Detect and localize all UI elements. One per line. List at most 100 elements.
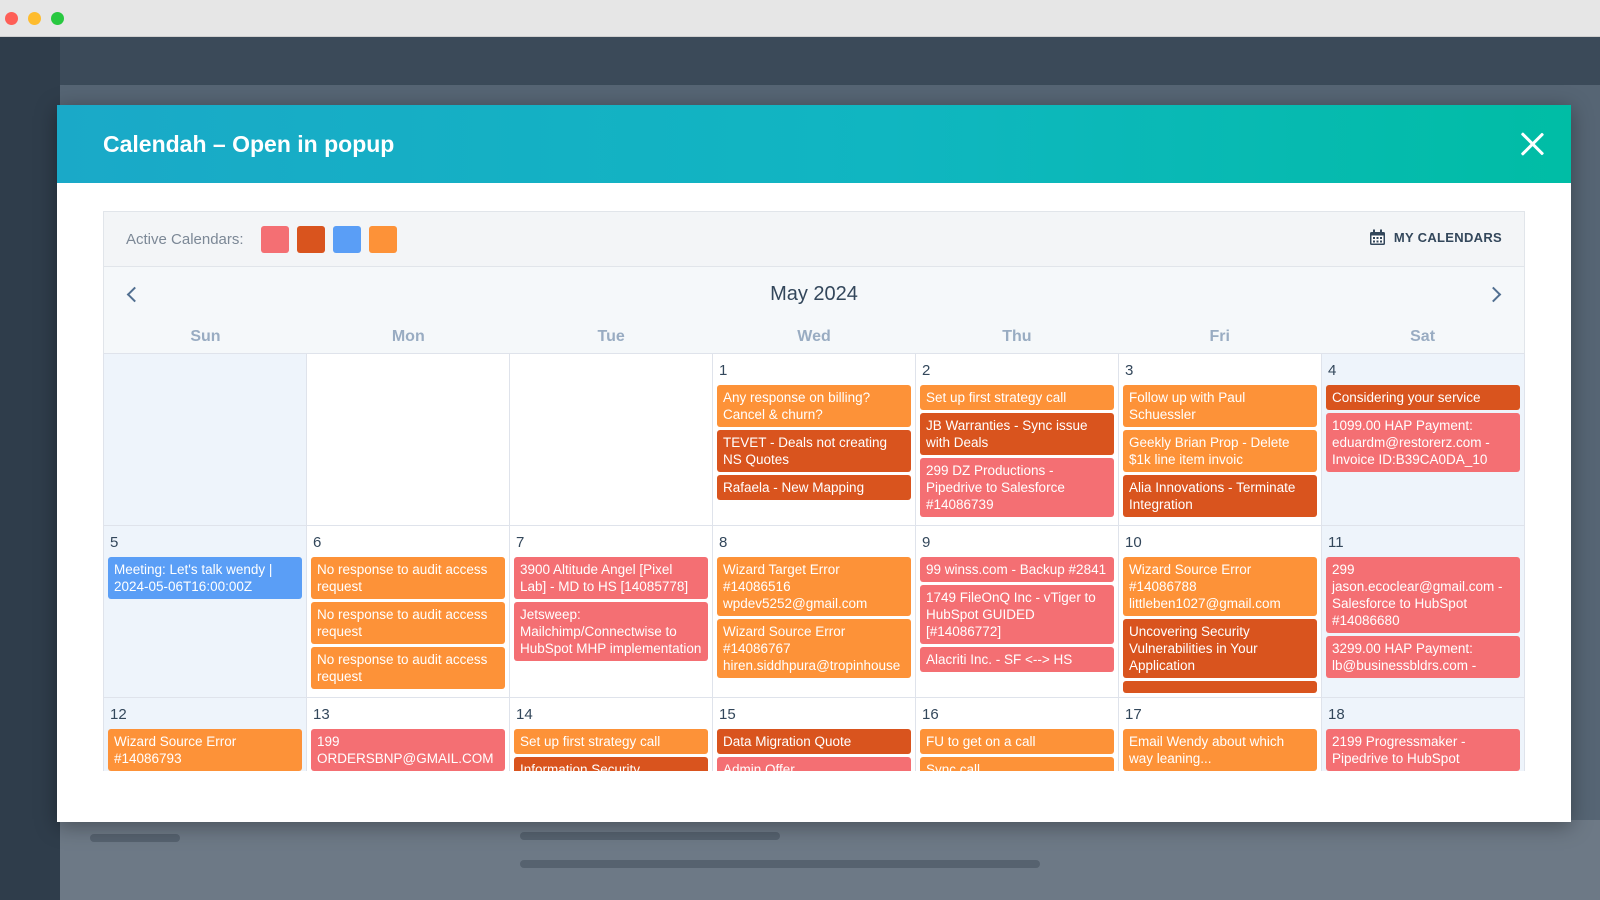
- day-cell[interactable]: 12 Wizard Source Error #14086793: [103, 698, 307, 771]
- month-title: May 2024: [770, 283, 858, 305]
- close-icon[interactable]: [1515, 127, 1549, 161]
- day-number: [110, 362, 302, 380]
- day-cell[interactable]: 10 Wizard Source Error #14086788 littlebe…: [1119, 526, 1322, 698]
- calendar-event[interactable]: Follow up with Paul Schuessler: [1123, 385, 1317, 427]
- calendar-event[interactable]: No response to audit access request: [311, 557, 505, 599]
- weekday-label: Tue: [597, 328, 625, 345]
- day-cell[interactable]: 4 Considering your service 1099.00 HAP Pay…: [1322, 354, 1525, 526]
- calendar-event[interactable]: FU to get on a call: [920, 729, 1114, 754]
- calendar-event[interactable]: Sync call: [920, 757, 1114, 771]
- calendar-event[interactable]: Wizard Source Error #14086793: [108, 729, 302, 771]
- calendar-event[interactable]: Uncovering Security Vulnerabilities in Y…: [1123, 619, 1317, 678]
- day-number: 12: [110, 706, 127, 723]
- window-close-dot[interactable]: [5, 12, 18, 25]
- calendar-event[interactable]: 99 winss.com - Backup #2841: [920, 557, 1114, 582]
- day-cell[interactable]: 17 Email Wendy about which way leaning...: [1119, 698, 1322, 771]
- weekday-label: Wed: [797, 328, 831, 345]
- calendar-event[interactable]: Alia Innovations - Terminate Integration: [1123, 475, 1317, 517]
- weekday-label: Fri: [1209, 328, 1230, 345]
- day-cell[interactable]: 1 Any response on billing? Cancel & churn…: [713, 354, 916, 526]
- calendar-event[interactable]: Geekly Brian Prop - Delete $1k line item…: [1123, 430, 1317, 472]
- chevron-right-icon[interactable]: [1482, 281, 1510, 309]
- day-number: 6: [313, 534, 322, 551]
- calendar-container: Active Calendars: MY CALENDARS May 2024 …: [103, 211, 1525, 771]
- day-number: 10: [1125, 534, 1142, 551]
- calendar-event[interactable]: Alacriti Inc. - SF <--> HS: [920, 647, 1114, 672]
- day-cell[interactable]: 7 3900 Altitude Angel [Pixel Lab] - MD to…: [510, 526, 713, 698]
- calendar-event[interactable]: 1099.00 HAP Payment: eduardm@restorerz.c…: [1326, 413, 1520, 472]
- day-number: 1: [719, 362, 728, 379]
- month-grid: 1 Any response on billing? Cancel & churn…: [103, 354, 1525, 771]
- day-cell[interactable]: 2 Set up first strategy call JB Warranties…: [916, 354, 1119, 526]
- day-number: 8: [719, 534, 728, 551]
- window-titlebar: [0, 0, 1600, 37]
- calendar-event[interactable]: Jetsweep: Mailchimp/Connectwise to HubSp…: [514, 602, 708, 661]
- calendar-event[interactable]: [1123, 681, 1317, 693]
- day-cell[interactable]: [510, 354, 713, 526]
- active-calendars-bar: Active Calendars: MY CALENDARS: [103, 211, 1525, 267]
- day-cell[interactable]: 15 Data Migration Quote Admin Offer: [713, 698, 916, 771]
- calendar-event[interactable]: Set up first strategy call: [514, 729, 708, 754]
- day-number: 18: [1328, 706, 1345, 723]
- day-number: 15: [719, 706, 736, 723]
- day-number: 5: [110, 534, 119, 551]
- calendar-event[interactable]: 199 ORDERSBNP@GMAIL.COM: [311, 729, 505, 771]
- calendar-event[interactable]: Wizard Target Error #14086516 wpdev5252@…: [717, 557, 911, 616]
- calendar-event[interactable]: JB Warranties - Sync issue with Deals: [920, 413, 1114, 455]
- week-row: 1 Any response on billing? Cancel & churn…: [103, 354, 1525, 526]
- calendar-event[interactable]: Considering your service: [1326, 385, 1520, 410]
- day-number: 14: [516, 706, 533, 723]
- calendar-event[interactable]: 1749 FileOnQ Inc - vTiger to HubSpot GUI…: [920, 585, 1114, 644]
- calendar-event[interactable]: 3900 Altitude Angel [Pixel Lab] - MD to …: [514, 557, 708, 599]
- day-cell[interactable]: 13 199 ORDERSBNP@GMAIL.COM: [307, 698, 510, 771]
- calendar-modal: Calendah – Open in popup Active Calendar…: [57, 105, 1571, 822]
- day-cell[interactable]: 8 Wizard Target Error #14086516 wpdev5252…: [713, 526, 916, 698]
- day-number: 11: [1328, 534, 1344, 551]
- weekday-label: Sun: [190, 328, 221, 345]
- calendar-event[interactable]: 299 jason.ecoclear@gmail.com - Salesforc…: [1326, 557, 1520, 633]
- background-topbar: [60, 37, 1600, 85]
- modal-title: Calendah – Open in popup: [103, 131, 395, 157]
- calendar-event[interactable]: Admin Offer: [717, 757, 911, 771]
- calendar-event[interactable]: Wizard Source Error #14086788 littleben1…: [1123, 557, 1317, 616]
- my-calendars-button[interactable]: MY CALENDARS: [1369, 229, 1502, 246]
- calendar-event[interactable]: Set up first strategy call: [920, 385, 1114, 410]
- calendar-event[interactable]: No response to audit access request: [311, 647, 505, 689]
- calendar-event[interactable]: No response to audit access request: [311, 602, 505, 644]
- day-cell[interactable]: 5 Meeting: Let's talk wendy | 2024-05-06T…: [103, 526, 307, 698]
- day-number: [516, 362, 708, 380]
- calendar-event[interactable]: Data Migration Quote: [717, 729, 911, 754]
- calendar-event[interactable]: Any response on billing? Cancel & churn?: [717, 385, 911, 427]
- day-number: 7: [516, 534, 525, 551]
- weekday-header: Sun Mon Tue Wed Thu Fri Sat: [103, 324, 1525, 354]
- calendar-swatch[interactable]: [369, 226, 397, 253]
- calendar-swatch[interactable]: [261, 226, 289, 253]
- day-cell[interactable]: 14 Set up first strategy call Information …: [510, 698, 713, 771]
- calendar-icon: [1369, 229, 1385, 245]
- calendar-event[interactable]: Information Security: [514, 757, 708, 771]
- day-cell[interactable]: 3 Follow up with Paul Schuessler Geekly Br…: [1119, 354, 1322, 526]
- calendar-event[interactable]: 299 DZ Productions - Pipedrive to Salesf…: [920, 458, 1114, 517]
- weekday-label: Sat: [1410, 328, 1436, 345]
- window-zoom-dot[interactable]: [51, 12, 64, 25]
- calendar-event[interactable]: 2199 Progressmaker - Pipedrive to HubSpo…: [1326, 729, 1520, 771]
- calendar-event[interactable]: Meeting: Let's talk wendy | 2024-05-06T1…: [108, 557, 302, 599]
- day-number: 4: [1328, 362, 1337, 379]
- calendar-event[interactable]: Wizard Source Error #14086767 hiren.sidd…: [717, 619, 911, 678]
- day-cell[interactable]: 6 No response to audit access request No r…: [307, 526, 510, 698]
- day-number: 3: [1125, 362, 1134, 379]
- day-cell[interactable]: 18 2199 Progressmaker - Pipedrive to HubS…: [1322, 698, 1525, 771]
- calendar-event[interactable]: 3299.00 HAP Payment: lb@businessbldrs.co…: [1326, 636, 1520, 678]
- day-cell[interactable]: 16 FU to get on a call Sync call: [916, 698, 1119, 771]
- day-cell[interactable]: [307, 354, 510, 526]
- week-row: 5 Meeting: Let's talk wendy | 2024-05-06T…: [103, 526, 1525, 698]
- calendar-swatch[interactable]: [333, 226, 361, 253]
- calendar-event[interactable]: TEVET - Deals not creating NS Quotes: [717, 430, 911, 472]
- day-cell[interactable]: 11 299 jason.ecoclear@gmail.com - Salesfo…: [1322, 526, 1525, 698]
- calendar-swatch[interactable]: [297, 226, 325, 253]
- day-cell[interactable]: 9 99 winss.com - Backup #2841 1749 FileOnQ…: [916, 526, 1119, 698]
- calendar-event[interactable]: Rafaela - New Mapping: [717, 475, 911, 500]
- day-cell[interactable]: [103, 354, 307, 526]
- window-minimize-dot[interactable]: [28, 12, 41, 25]
- calendar-event[interactable]: Email Wendy about which way leaning...: [1123, 729, 1317, 771]
